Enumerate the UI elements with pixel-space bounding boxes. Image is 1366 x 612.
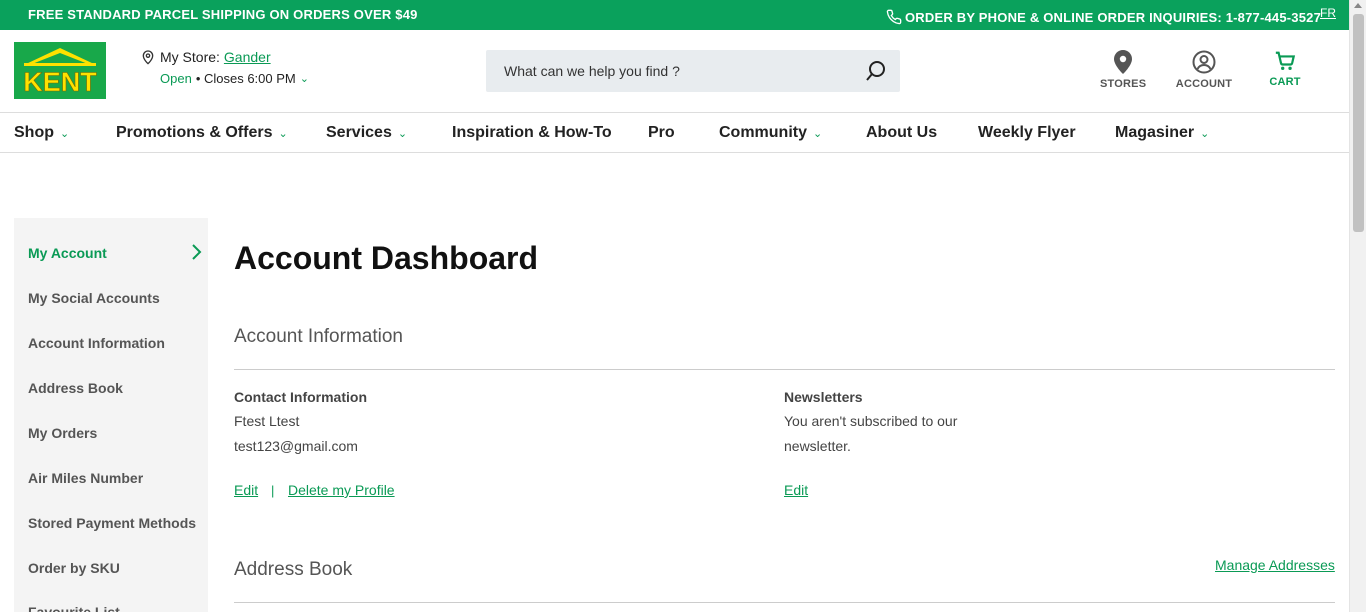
store-hours-toggle[interactable]: Open • Closes 6:00 PM ⌄ <box>160 71 309 86</box>
store-open-status: Open <box>160 71 192 86</box>
contact-name: Ftest Ltest <box>234 413 300 429</box>
edit-contact-link[interactable]: Edit <box>234 482 258 498</box>
sidebar-item-account-information[interactable]: Account Information <box>28 335 165 351</box>
sidebar-item-order-by-sku[interactable]: Order by SKU <box>28 560 120 576</box>
account-sidebar: My Account My Social Accounts Account In… <box>14 218 208 612</box>
phone-icon <box>886 9 902 25</box>
nav-item-promotions[interactable]: Promotions & Offers ⌄ <box>116 124 288 142</box>
shipping-promo-text: FREE STANDARD PARCEL SHIPPING ON ORDERS … <box>28 7 418 22</box>
nav-item-community[interactable]: Community ⌄ <box>719 124 822 142</box>
chevron-down-icon: ⌄ <box>299 73 309 85</box>
promo-bar: FREE STANDARD PARCEL SHIPPING ON ORDERS … <box>0 0 1349 30</box>
stores-button[interactable]: STORES <box>1100 50 1146 90</box>
nav-item-label: Promotions & Offers <box>116 124 273 141</box>
newsletters-label: Newsletters <box>784 389 863 405</box>
nav-item-label: About Us <box>866 124 938 141</box>
nav-item-magasiner[interactable]: Magasiner ⌄ <box>1115 124 1209 142</box>
nav-item-label: Weekly Flyer <box>978 124 1076 141</box>
scrollbar-thumb[interactable] <box>1353 14 1364 232</box>
store-hours: • Closes 6:00 PM <box>195 71 296 86</box>
main-nav: Shop ⌄ Promotions & Offers ⌄ Services ⌄ … <box>0 113 1349 153</box>
cart-label: CART <box>1269 76 1301 88</box>
sidebar-item-social-accounts[interactable]: My Social Accounts <box>28 290 160 306</box>
nav-item-label: Pro <box>648 124 675 141</box>
search-bar <box>486 50 900 92</box>
nav-item-label: Services <box>326 124 392 141</box>
chevron-down-icon: ⌄ <box>1200 127 1210 140</box>
chevron-down-icon: ⌄ <box>278 127 288 140</box>
nav-item-label: Inspiration & How-To <box>452 124 612 141</box>
nav-item-weekly-flyer[interactable]: Weekly Flyer <box>978 124 1076 142</box>
chevron-down-icon: ⌄ <box>397 127 408 140</box>
account-information-heading: Account Information <box>234 326 403 347</box>
search-input[interactable] <box>486 50 856 92</box>
nav-item-shop[interactable]: Shop ⌄ <box>14 124 69 142</box>
search-icon[interactable] <box>864 59 888 83</box>
sidebar-item-my-account[interactable]: My Account <box>28 245 107 261</box>
newsletters-status-line-2: newsletter. <box>784 438 851 454</box>
divider <box>234 602 1335 603</box>
page-title: Account Dashboard <box>234 240 539 276</box>
manage-addresses-link[interactable]: Manage Addresses <box>1215 557 1335 573</box>
nav-item-label: Magasiner <box>1115 124 1195 141</box>
account-button[interactable]: ACCOUNT <box>1174 50 1234 90</box>
stores-label: STORES <box>1100 78 1147 90</box>
sidebar-item-address-book[interactable]: Address Book <box>28 380 123 396</box>
sidebar-item-payment-methods[interactable]: Stored Payment Methods <box>28 515 196 531</box>
store-name-link[interactable]: Gander <box>224 49 271 65</box>
edit-newsletters-link[interactable]: Edit <box>784 482 808 498</box>
chevron-down-icon: ⌄ <box>60 127 70 140</box>
my-store-widget: My Store: Gander Open • Closes 6:00 PM ⌄ <box>140 48 309 86</box>
language-toggle-link[interactable]: FR <box>1320 6 1336 20</box>
contact-information-label: Contact Information <box>234 389 367 405</box>
phone-order-text: ORDER BY PHONE & ONLINE ORDER INQUIRIES:… <box>905 9 1322 25</box>
cart-icon <box>1275 51 1296 70</box>
chevron-right-icon <box>192 244 202 260</box>
site-header: KENT My Store: Gander Open • Closes 6:00… <box>0 30 1349 113</box>
location-pin-icon <box>1114 50 1132 74</box>
scroll-up-arrow-icon[interactable] <box>1354 3 1362 8</box>
nav-item-inspiration[interactable]: Inspiration & How-To <box>452 124 612 142</box>
sidebar-item-air-miles[interactable]: Air Miles Number <box>28 470 143 486</box>
kent-logo[interactable]: KENT <box>14 42 106 99</box>
newsletters-status-line-1: You aren't subscribed to our <box>784 413 958 429</box>
logo-text: KENT <box>23 67 97 97</box>
address-book-heading: Address Book <box>234 559 353 580</box>
cart-button[interactable]: CART <box>1266 50 1304 88</box>
my-store-label: My Store: <box>160 49 220 65</box>
phone-order-info[interactable]: ORDER BY PHONE & ONLINE ORDER INQUIRIES:… <box>886 9 1321 25</box>
sidebar-item-favourite-list[interactable]: Favourite List <box>28 604 120 612</box>
contact-email: test123@gmail.com <box>234 438 358 454</box>
nav-item-label: Community <box>719 124 807 141</box>
divider <box>234 369 1335 370</box>
nav-item-label: Shop <box>14 124 54 141</box>
chevron-down-icon: ⌄ <box>813 127 823 140</box>
sidebar-item-my-orders[interactable]: My Orders <box>28 425 97 441</box>
user-icon <box>1192 50 1216 74</box>
nav-item-pro[interactable]: Pro <box>648 124 675 142</box>
delete-profile-link[interactable]: Delete my Profile <box>288 482 395 498</box>
link-separator: | <box>271 483 275 498</box>
account-label: ACCOUNT <box>1175 78 1233 90</box>
nav-item-services[interactable]: Services ⌄ <box>326 124 407 142</box>
nav-item-about-us[interactable]: About Us <box>866 124 937 142</box>
page-scrollbar[interactable] <box>1349 0 1366 612</box>
location-pin-icon <box>142 50 154 65</box>
